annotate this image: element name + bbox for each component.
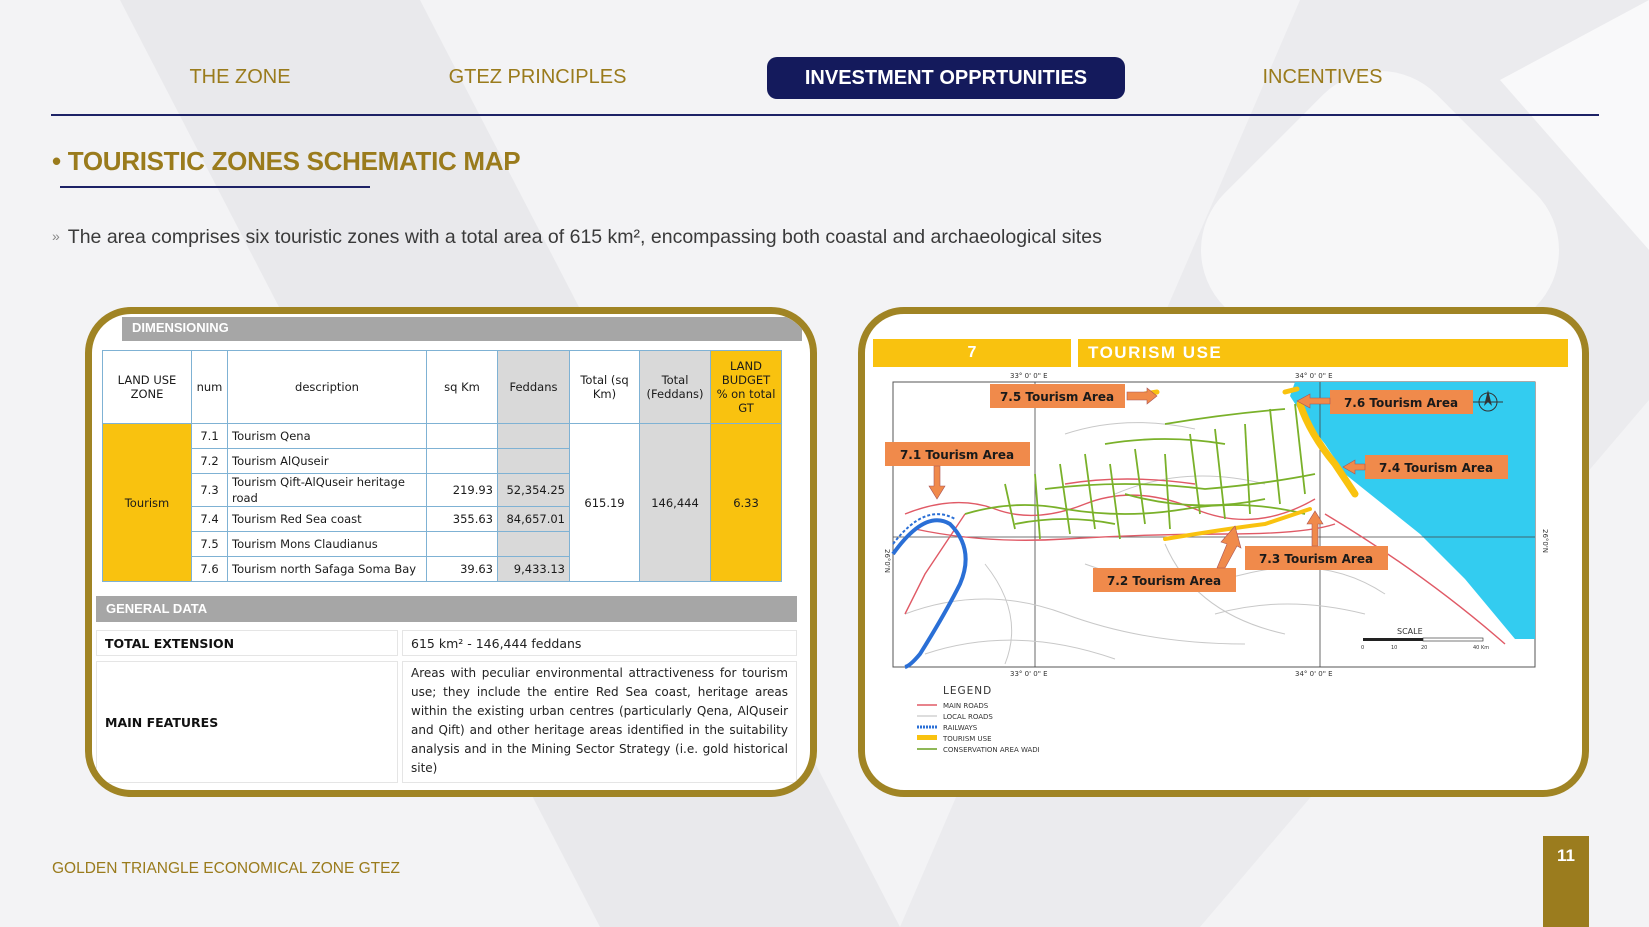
coord-top-right: 34° 0' 0" E — [1295, 372, 1333, 380]
legend-label-conservation-wadi: CONSERVATION AREA WADI — [943, 746, 1040, 754]
nav-tab-gtez-principles[interactable]: GTEZ PRINCIPLES — [430, 56, 645, 98]
scale-label: SCALE — [1397, 627, 1423, 636]
feddans-cell — [497, 531, 570, 557]
feddans-cell: 52,354.25 — [497, 473, 570, 507]
feddans-cell: 9,433.13 — [497, 556, 570, 582]
feddans-cell — [497, 448, 570, 474]
legend-label-local-roads: LOCAL ROADS — [943, 713, 993, 721]
callout-7-3-label: 7.3 Tourism Area — [1259, 552, 1373, 566]
scale-tick-10: 10 — [1391, 645, 1397, 651]
general-data-header: GENERAL DATA — [96, 596, 797, 622]
legend-title: LEGEND — [943, 685, 992, 697]
legend-label-railways: RAILWAYS — [943, 724, 978, 732]
callout-7-6-label: 7.6 Tourism Area — [1344, 396, 1458, 410]
legend: MAIN ROADS LOCAL ROADS RAILWAYS TOURISM … — [917, 702, 1040, 754]
total-extension-value: 615 km² - 146,444 feddans — [402, 630, 797, 656]
sqkm-cell — [426, 448, 498, 474]
subtitle-text: The area comprises six touristic zones w… — [67, 226, 1102, 248]
total-extension-label: TOTAL EXTENSION — [96, 630, 398, 656]
legend-swatch-tourism-use — [917, 735, 937, 740]
scale-tick-40: 40 Km — [1473, 645, 1489, 651]
coord-right-lat: 26°0'N — [1541, 529, 1549, 553]
callout-7-5-label: 7.5 Tourism Area — [1000, 390, 1114, 404]
coord-left-lat: 26°0'N — [883, 549, 891, 573]
sqkm-cell — [426, 423, 498, 449]
description-cell: Tourism AlQuseir — [227, 448, 427, 474]
total-feddans-cell: 146,444 — [639, 423, 711, 582]
coord-bottom-left: 33° 0' 0" E — [1010, 670, 1048, 678]
total-sqkm-cell: 615.19 — [569, 423, 640, 582]
dimensioning-table: LAND USE ZONE num description sq Km Fedd… — [102, 350, 782, 582]
col-header-total-feddans: Total (Feddans) — [639, 350, 711, 424]
col-header-zone: LAND USE ZONE — [102, 350, 192, 424]
feddans-cell — [497, 423, 570, 449]
legend-label-tourism-use: TOURISM USE — [942, 735, 992, 743]
col-header-sqkm: sq Km — [426, 350, 498, 424]
nav-divider — [51, 114, 1599, 116]
sqkm-cell: 219.93 — [426, 473, 498, 507]
main-features-label: MAIN FEATURES — [96, 661, 398, 783]
nav-tab-incentives[interactable]: INCENTIVES — [1255, 56, 1390, 98]
table-row: Tourism 7.1 Tourism Qena 615.19 146,444 … — [102, 423, 782, 582]
footer-text: GOLDEN TRIANGLE ECONOMICAL ZONE GTEZ — [52, 860, 400, 877]
land-budget-cell: 6.33 — [710, 423, 782, 582]
callout-7-2-label: 7.2 Tourism Area — [1107, 574, 1221, 588]
tourism-map-panel: 7 TOURISM USE 33° 0' 0" E 34° 0' 0" E 33… — [858, 307, 1589, 797]
title-underline — [60, 186, 370, 188]
legend-label-main-roads: MAIN ROADS — [943, 702, 989, 710]
slide-title: • TOURISTIC ZONES SCHEMATIC MAP — [52, 146, 521, 176]
description-cell: Tourism Qena — [227, 423, 427, 449]
sqkm-cell: 355.63 — [426, 506, 498, 532]
dimensioning-panel: DIMENSIONING LAND USE ZONE num descripti… — [85, 307, 817, 797]
col-header-num: num — [191, 350, 228, 424]
description-cell: Tourism north Safaga Soma Bay — [227, 556, 427, 582]
callout-7-1-label: 7.1 Tourism Area — [900, 448, 1014, 462]
description-cell: Tourism Red Sea coast — [227, 506, 427, 532]
dimensioning-header: DIMENSIONING — [122, 317, 802, 341]
sqkm-cell: 39.63 — [426, 556, 498, 582]
slide-subtitle: » The area comprises six touristic zones … — [52, 226, 1102, 249]
subtitle-bullet: » — [52, 228, 60, 244]
num-cell: 7.2 — [191, 448, 228, 474]
description-cell: Tourism Mons Claudianus — [227, 531, 427, 557]
callout-7-4-label: 7.4 Tourism Area — [1379, 461, 1493, 475]
main-features-value: Areas with peculiar environmental attrac… — [402, 661, 797, 783]
num-cell: 7.4 — [191, 506, 228, 532]
num-cell: 7.1 — [191, 423, 228, 449]
description-cell: Tourism Qift-AlQuseir heritage road — [227, 473, 427, 507]
zone-cell: Tourism — [102, 423, 192, 582]
nav-tab-investment-opportunities[interactable]: INVESTMENT OPPRTUNITIES — [767, 57, 1125, 99]
coord-bottom-right: 34° 0' 0" E — [1295, 670, 1333, 678]
sqkm-cell — [426, 531, 498, 557]
num-cell: 7.3 — [191, 473, 228, 507]
col-header-total-sqkm: Total (sq Km) — [569, 350, 640, 424]
col-header-feddans: Feddans — [497, 350, 570, 424]
top-navigation: THE ZONE GTEZ PRINCIPLES INVESTMENT OPPR… — [0, 56, 1649, 100]
table-header-row: LAND USE ZONE num description sq Km Fedd… — [102, 350, 782, 424]
coord-top-left: 33° 0' 0" E — [1010, 372, 1048, 380]
col-header-land-budget: LAND BUDGET % on total GT — [710, 350, 782, 424]
num-cell: 7.5 — [191, 531, 228, 557]
page-number: 11 — [1543, 836, 1589, 927]
tourism-use-map: 33° 0' 0" E 34° 0' 0" E 33° 0' 0" E 34° … — [883, 372, 1549, 754]
col-header-description: description — [227, 350, 427, 424]
scale-tick-0: 0 — [1361, 645, 1364, 651]
scale-tick-20: 20 — [1421, 645, 1427, 651]
feddans-cell: 84,657.01 — [497, 506, 570, 532]
num-cell: 7.6 — [191, 556, 228, 582]
nav-tab-the-zone[interactable]: THE ZONE — [170, 56, 310, 98]
